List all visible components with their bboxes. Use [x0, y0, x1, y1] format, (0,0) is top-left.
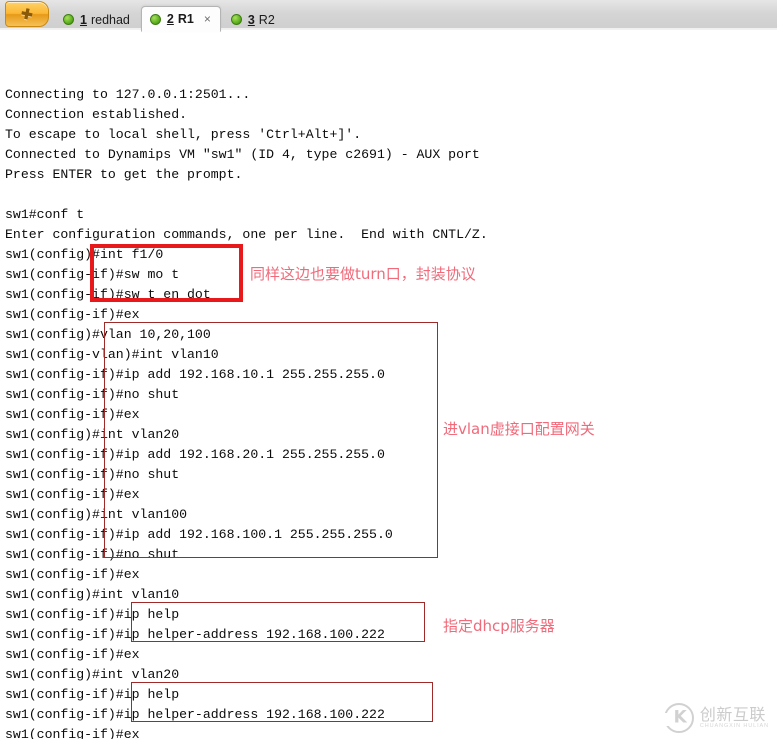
annotation-trunk: 同样这边也要做turn口，封装协议 [250, 265, 476, 283]
terminal-line: sw1(config-if)#ip help [5, 607, 180, 622]
green-status-dot-icon [149, 13, 161, 25]
tab-bar: ✚ 1 redhad 2 R1 × 3 R2 [0, 0, 777, 32]
terminal-line: sw1(config-if)#ip add 192.168.20.1 255.2… [5, 447, 385, 462]
tab-label: redhad [90, 12, 130, 27]
tab-index: 1 [80, 12, 87, 27]
terminal-line: sw1#conf t [5, 207, 85, 222]
tab-index: 2 [166, 12, 174, 26]
terminal-line: sw1(config-if)#ex [5, 487, 140, 502]
terminal-line: sw1(config-if)#no shut [5, 467, 180, 482]
close-icon[interactable]: × [204, 13, 211, 25]
terminal-output-pane[interactable]: Connecting to 127.0.0.1:2501... Connectio… [0, 30, 777, 739]
terminal-line: sw1(config-if)#ex [5, 307, 140, 322]
terminal-line: sw1(config-if)#ip add 192.168.10.1 255.2… [5, 367, 385, 382]
terminal-line: Enter configuration commands, one per li… [5, 227, 488, 242]
terminal-line: sw1(config)#int f1/0 [5, 247, 164, 262]
watermark-logo-icon [662, 703, 694, 733]
app-menu-button[interactable]: ✚ [5, 1, 49, 27]
tab-r1[interactable]: 2 R1 × [140, 6, 221, 32]
terminal-line: sw1(config-if)#ip helper-address 192.168… [5, 707, 385, 722]
watermark: 创新互联 CHUANGXIN HULIAN [662, 703, 769, 733]
puzzle-plus-icon: ✚ [19, 4, 35, 24]
terminal-line: sw1(config-if)#ip helper-address 192.168… [5, 627, 385, 642]
green-status-dot-icon [230, 14, 242, 25]
terminal-line: sw1(config-if)#ex [5, 647, 140, 662]
terminal-line: To escape to local shell, press 'Ctrl+Al… [5, 127, 362, 142]
tab-index: 3 [247, 12, 255, 27]
watermark-text-cn: 创新互联 [699, 704, 766, 724]
terminal-line: sw1(config)#int vlan20 [5, 667, 180, 682]
watermark-text-en: CHUANGXIN HULIAN [699, 722, 769, 729]
terminal-line: sw1(config-if)#ex [5, 727, 140, 739]
terminal-text: Connecting to 127.0.0.1:2501... Connectio… [5, 85, 488, 739]
tab-label: R1 [177, 12, 194, 26]
terminal-line: Press ENTER to get the prompt. [5, 167, 243, 182]
terminal-line: sw1(config-if)#ip add 192.168.100.1 255.… [5, 527, 393, 542]
annotation-dhcp-server: 指定dhcp服务器 [443, 617, 555, 635]
terminal-line: sw1(config-if)#no shut [5, 387, 180, 402]
terminal-line: sw1(config)#int vlan100 [5, 507, 188, 522]
terminal-line: sw1(config-if)#no shut [5, 547, 180, 562]
terminal-line: sw1(config)#int vlan20 [5, 427, 180, 442]
terminal-line: sw1(config)#int vlan10 [5, 587, 180, 602]
terminal-line: sw1(config-if)#ex [5, 407, 140, 422]
terminal-line: sw1(config-if)#ip help [5, 687, 180, 702]
terminal-line: Connecting to 127.0.0.1:2501... [5, 87, 251, 102]
terminal-line: Connection established. [5, 107, 188, 122]
terminal-line: sw1(config-if)#ex [5, 567, 140, 582]
terminal-line: sw1(config-if)#sw t en dot [5, 287, 211, 302]
terminal-line: Connected to Dynamips VM "sw1" (ID 4, ty… [5, 147, 480, 162]
terminal-line: sw1(config-vlan)#int vlan10 [5, 347, 219, 362]
annotation-vlan-gateway: 进vlan虚接口配置网关 [443, 420, 595, 438]
tab-label: R2 [258, 12, 275, 27]
green-status-dot-icon [63, 14, 74, 25]
terminal-line: sw1(config)#vlan 10,20,100 [5, 327, 211, 342]
